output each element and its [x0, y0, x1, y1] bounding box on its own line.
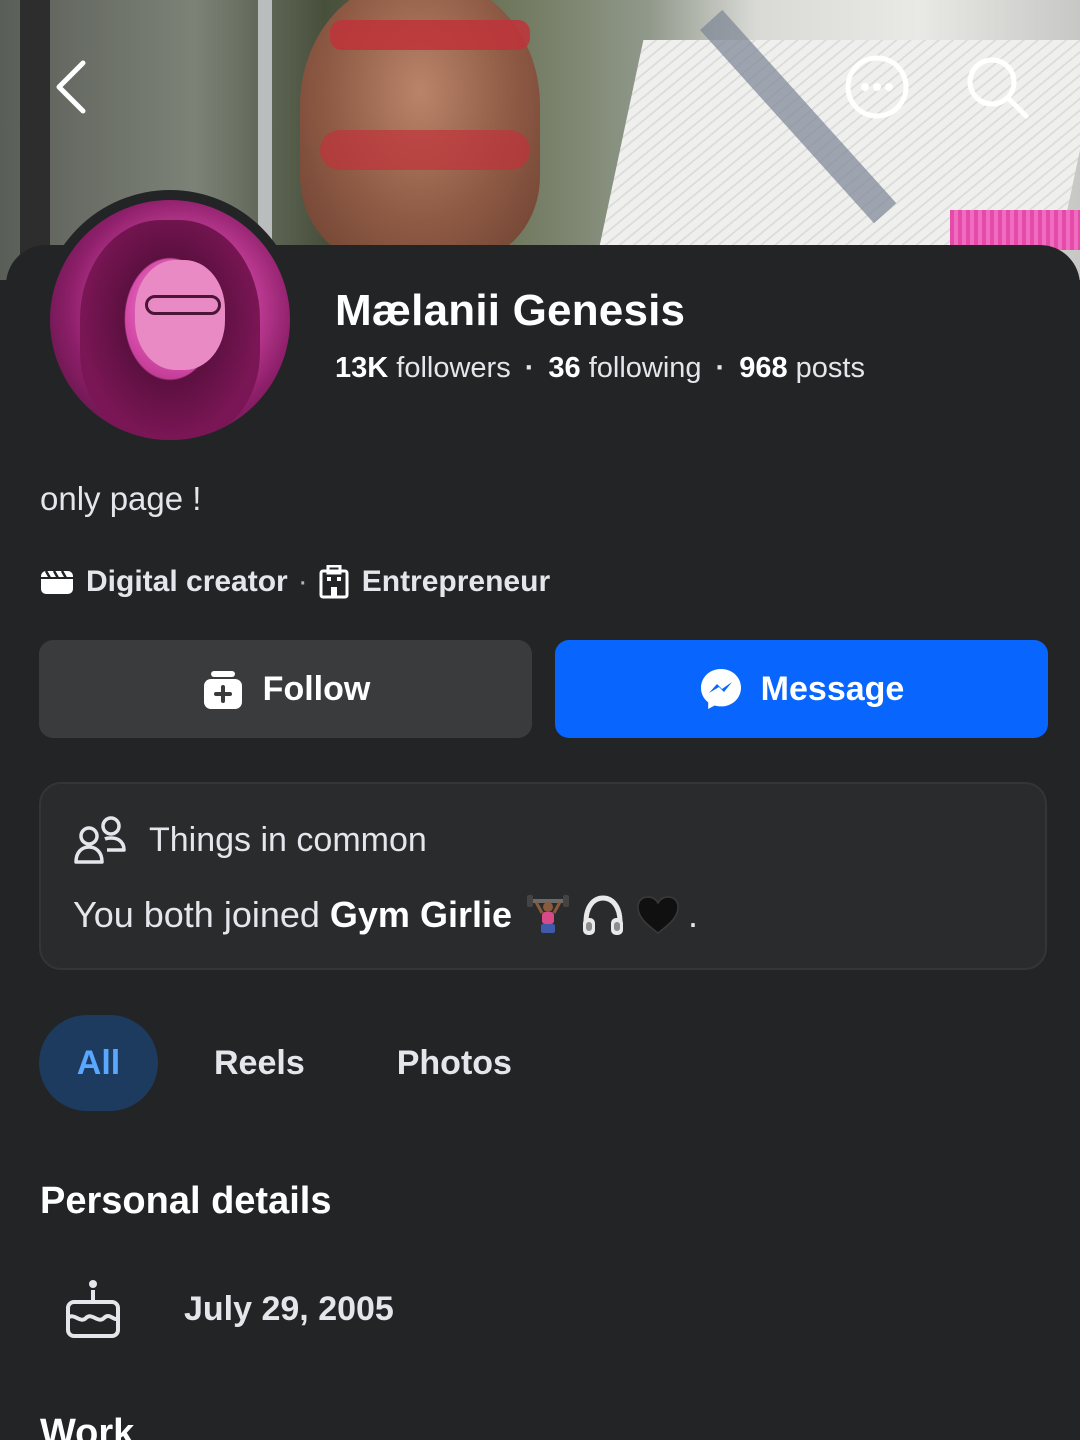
- common-group-link[interactable]: Gym Girlie: [330, 894, 512, 936]
- things-in-common-card[interactable]: Things in common You both joined Gym Gir…: [39, 782, 1047, 970]
- people-icon: [74, 816, 126, 864]
- search-icon: [967, 57, 1029, 119]
- avatar: [50, 200, 290, 440]
- following-label: following: [588, 352, 702, 384]
- things-in-common-text: You both joined Gym Girlie .: [73, 892, 698, 938]
- avatar-decor: [135, 260, 225, 370]
- work-title: Work: [40, 1412, 135, 1440]
- profile-stats: 13K followers · 36 following · 968 posts: [335, 352, 865, 385]
- cover-decor: [258, 0, 272, 250]
- group-emojis: [526, 892, 680, 938]
- content-tabs: All Reels Photos: [39, 1015, 512, 1111]
- tab-photos[interactable]: Photos: [397, 1015, 512, 1111]
- things-in-common-header: Things in common: [73, 814, 427, 866]
- following-count: 36: [548, 352, 581, 384]
- separator-dot: ·: [715, 352, 726, 384]
- followers-label: followers: [396, 352, 511, 384]
- separator-dot: ·: [297, 565, 308, 598]
- cover-decor: [320, 130, 530, 170]
- black-heart-emoji-icon: [637, 896, 679, 934]
- category-entrepreneur: Entrepreneur: [361, 565, 551, 598]
- category-digital-creator: Digital creator: [86, 565, 288, 598]
- search-button[interactable]: [962, 52, 1032, 122]
- followers-stat[interactable]: 13K followers: [335, 352, 511, 385]
- chevron-left-icon: [56, 60, 86, 114]
- personal-details-title: Personal details: [40, 1180, 332, 1222]
- messenger-icon: [700, 669, 741, 709]
- tab-all[interactable]: All: [39, 1015, 158, 1111]
- common-suffix: .: [687, 894, 698, 935]
- more-dots-icon: [845, 55, 909, 119]
- message-button[interactable]: Message: [555, 640, 1048, 738]
- birthday-text: July 29, 2005: [184, 1289, 394, 1328]
- things-in-common-title: Things in common: [149, 820, 427, 859]
- cover-decor: [20, 0, 50, 280]
- follow-icon: [203, 671, 242, 709]
- posts-label: posts: [795, 352, 865, 384]
- common-prefix: You both joined: [73, 894, 320, 935]
- profile-name: Mælanii Genesis: [335, 286, 686, 335]
- birthday-row: July 29, 2005: [64, 1278, 394, 1340]
- following-stat[interactable]: 36 following: [548, 352, 701, 385]
- message-label: Message: [760, 669, 905, 708]
- profile-bio: only page !: [40, 480, 202, 517]
- follow-button[interactable]: Follow: [39, 640, 532, 738]
- tab-reels[interactable]: Reels: [214, 1015, 305, 1111]
- birthday-cake-icon: [66, 1280, 120, 1338]
- back-button[interactable]: [36, 52, 106, 122]
- profile-avatar[interactable]: [40, 190, 300, 450]
- more-options-button[interactable]: [842, 52, 912, 122]
- building-icon: [318, 565, 350, 599]
- separator-dot: ·: [524, 352, 535, 384]
- posts-count: 968: [739, 352, 788, 384]
- clapperboard-icon: [40, 568, 74, 596]
- cover-decor: [950, 210, 1080, 250]
- posts-stat: 968 posts: [739, 352, 865, 385]
- weightlifter-emoji-icon: [526, 895, 569, 933]
- profile-categories: Digital creator · Entrepreneur: [40, 565, 550, 599]
- cover-decor: [330, 20, 530, 50]
- profile-page: Mælanii Genesis 13K followers · 36 follo…: [0, 0, 1080, 1440]
- headphones-emoji-icon: [582, 895, 623, 935]
- follow-label: Follow: [262, 669, 371, 708]
- followers-count: 13K: [335, 352, 389, 384]
- avatar-decor: [145, 295, 221, 315]
